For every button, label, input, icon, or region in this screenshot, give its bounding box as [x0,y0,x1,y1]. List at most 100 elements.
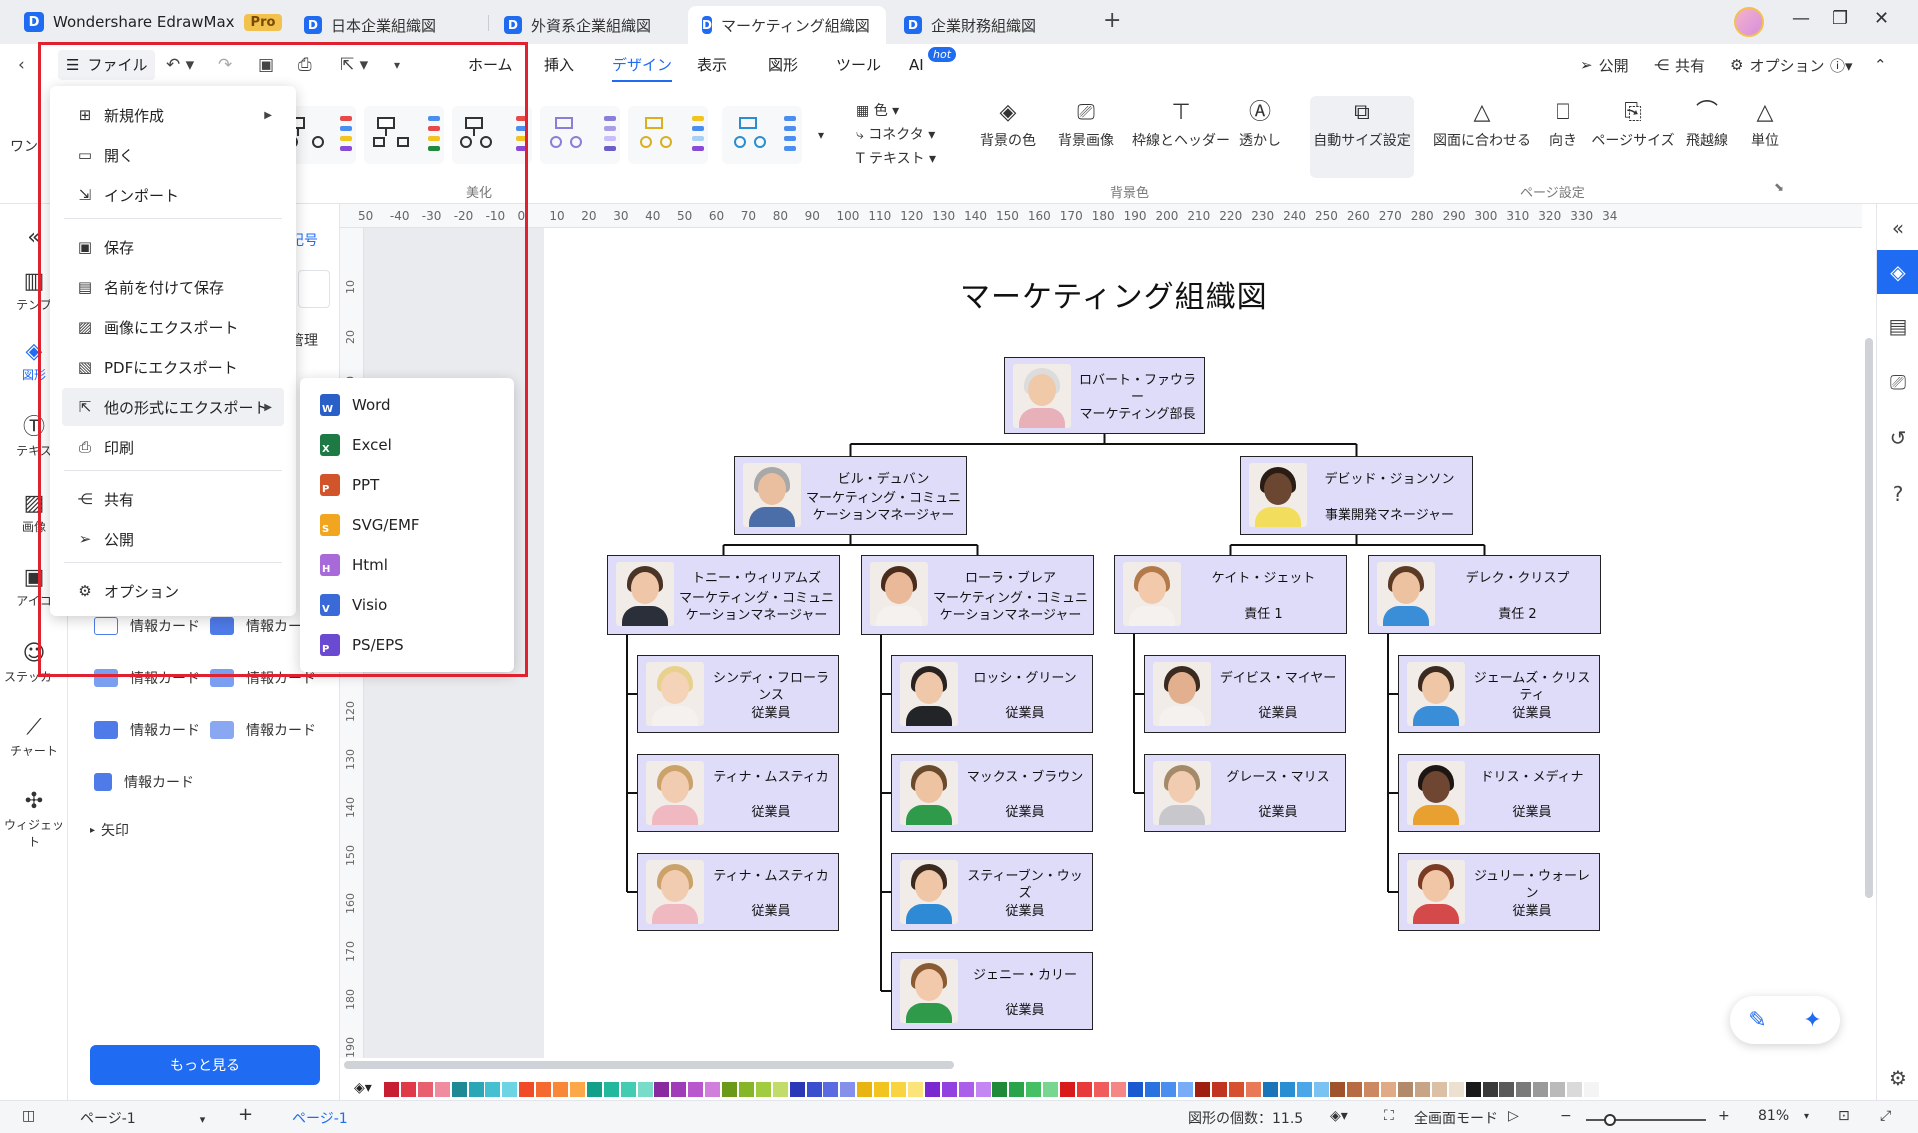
color-swatch[interactable] [620,1082,636,1097]
layers-icon[interactable]: ◈▾ [1330,1108,1348,1124]
color-swatch[interactable] [451,1082,467,1097]
file-menu-button[interactable]: ☰ ファイル [58,50,156,80]
close-icon[interactable]: ✕ [1874,8,1889,29]
color-swatch[interactable] [586,1082,602,1097]
export-format-item[interactable]: X Excel [320,430,392,460]
org-node-card[interactable]: シンディ・フローランス 従業員 [637,655,839,733]
color-swatch[interactable] [857,1082,873,1097]
color-swatch[interactable] [772,1082,788,1097]
color-swatch[interactable] [1583,1082,1599,1097]
color-swatch[interactable] [1212,1082,1228,1097]
help-button[interactable]: ⓘ▾ [1830,44,1853,86]
color-swatch[interactable] [502,1082,518,1097]
sidebar-item-stickers[interactable]: ☺ ステッカー [0,640,68,685]
file-menu-item[interactable]: ⋲ 共有 [62,480,284,518]
file-menu-item[interactable]: ▣ 保存 [62,228,284,266]
org-node-card[interactable]: ドリス・メディナ 従業員 [1398,754,1600,832]
zoom-out-icon[interactable]: − [1560,1108,1572,1124]
library-section-arrows[interactable]: ▸ 矢印 [90,820,129,840]
file-menu-item[interactable]: ➢ 公開 [62,520,284,558]
color-swatch[interactable] [688,1082,704,1097]
color-swatch[interactable] [1330,1082,1346,1097]
color-swatch[interactable] [1499,1082,1515,1097]
color-dropdown[interactable]: ▦ 色 ▾ [856,100,899,120]
horizontal-scrollbar[interactable] [340,1058,1876,1072]
org-node-card[interactable]: ジェームズ・クリスティ 従業員 [1398,655,1600,733]
color-swatch[interactable] [400,1082,416,1097]
color-swatch[interactable] [1144,1082,1160,1097]
color-swatch[interactable] [1533,1082,1549,1097]
color-swatch[interactable] [536,1082,552,1097]
org-node-card[interactable]: グレース・マリス 従業員 [1144,754,1346,832]
print-icon[interactable]: ⎙ [298,55,312,75]
tab-tools[interactable]: ツール [836,44,881,86]
magic-wand-icon[interactable]: ✎ [1748,1008,1766,1033]
color-swatch[interactable] [1279,1082,1295,1097]
color-swatch[interactable] [1009,1082,1025,1097]
library-item[interactable]: 情報カード [210,720,316,740]
page-tab[interactable]: ページ-1 [292,1108,348,1128]
color-swatch[interactable] [654,1082,670,1097]
file-menu-item[interactable]: ▤ 名前を付けて保存 [62,268,284,306]
color-swatch[interactable] [1465,1082,1481,1097]
watermark-button[interactable]: Ⓐ 透かし [1214,96,1306,150]
org-node-card[interactable]: ティナ・ムスティカ 従業員 [637,754,839,832]
fullscreen-label[interactable]: 全画面モード [1414,1108,1498,1128]
color-swatch[interactable] [1076,1082,1092,1097]
bg-image-button[interactable]: ⎚ 背景画像 [1040,96,1132,150]
tab-design[interactable]: デザイン [612,44,673,86]
color-swatch[interactable] [891,1082,906,1097]
zoom-level[interactable]: 81% [1758,1108,1789,1124]
settings-gear-icon[interactable]: ⚙ [1877,1066,1918,1090]
auto-size-button[interactable]: ⧉ 自動サイズ設定 [1310,96,1414,178]
fit-width-icon[interactable]: ⤢ [1880,1108,1891,1124]
color-swatch[interactable] [1516,1082,1532,1097]
org-node-card[interactable]: ロッシ・グリーン 従業員 [891,655,1093,733]
org-node-card[interactable]: ケイト・ジェット 責任 1 [1114,555,1347,634]
vertical-scroll-thumb[interactable] [1865,338,1873,898]
zoom-slider-handle[interactable] [1604,1114,1616,1126]
color-swatch[interactable] [806,1082,822,1097]
export-icon[interactable]: ⇱ ▾ [340,55,368,75]
color-swatch[interactable] [1567,1082,1582,1097]
color-swatch[interactable] [941,1082,957,1097]
color-swatch[interactable] [1381,1082,1397,1097]
presentation-icon[interactable]: ⎚ [1877,370,1918,394]
doc-tab-4[interactable]: D 企業財務組織図 [890,6,1050,44]
org-node-card[interactable]: ローラ・ブレア マーケティング・コミュニケーションマネージャー [861,555,1094,635]
color-swatch[interactable] [485,1082,501,1097]
fit-page-icon[interactable]: ⊡ [1838,1108,1850,1124]
file-menu-item[interactable]: ⇱ 他の形式にエクスポート ▶ [62,388,284,426]
color-swatch[interactable] [1398,1082,1413,1097]
doc-tab-3-active[interactable]: D マーケティング組織図 [688,6,886,44]
color-swatch[interactable] [738,1082,754,1097]
org-node-card[interactable]: トニー・ウィリアムズ マーケティング・コミュニケーションマネージャー [607,555,840,635]
color-swatch[interactable] [924,1082,940,1097]
new-tab-plus-icon[interactable]: + [1103,8,1121,33]
color-swatch[interactable] [874,1082,890,1097]
horizontal-scroll-thumb[interactable] [344,1061,954,1069]
vertical-scrollbar[interactable] [1862,228,1876,1058]
doc-tab-2[interactable]: D 外資系企業組織図 [490,6,665,44]
export-format-item[interactable]: P PPT [320,470,379,500]
color-swatch[interactable] [519,1082,535,1097]
color-swatch[interactable] [789,1082,805,1097]
library-item[interactable]: 情報カード [94,616,200,636]
color-swatch[interactable] [1178,1082,1194,1097]
color-swatch[interactable] [1026,1082,1042,1097]
file-menu-item[interactable]: ⎙ 印刷 [62,428,284,466]
tab-home[interactable]: ホーム [468,44,513,86]
save-icon[interactable]: ▣ [258,55,274,75]
collapse-right-icon[interactable]: « [1877,216,1918,240]
color-swatch[interactable] [468,1082,484,1097]
customize-quick-access-icon[interactable]: ▾ [394,58,400,72]
color-swatch[interactable] [1448,1082,1464,1097]
sidebar-item-chart[interactable]: ⟋ チャート [0,714,68,759]
avatar[interactable] [1734,7,1764,37]
file-menu-item[interactable]: ⊞ 新規作成 ▶ [62,96,284,134]
export-format-item[interactable]: V Visio [320,590,387,620]
file-menu-item[interactable]: ⇲ インポート [62,176,284,214]
export-format-item[interactable]: P PS/EPS [320,630,404,660]
page-setup-dialog-launcher-icon[interactable]: ⬊ [1774,180,1784,194]
more-button[interactable]: もっと見る [90,1045,320,1085]
